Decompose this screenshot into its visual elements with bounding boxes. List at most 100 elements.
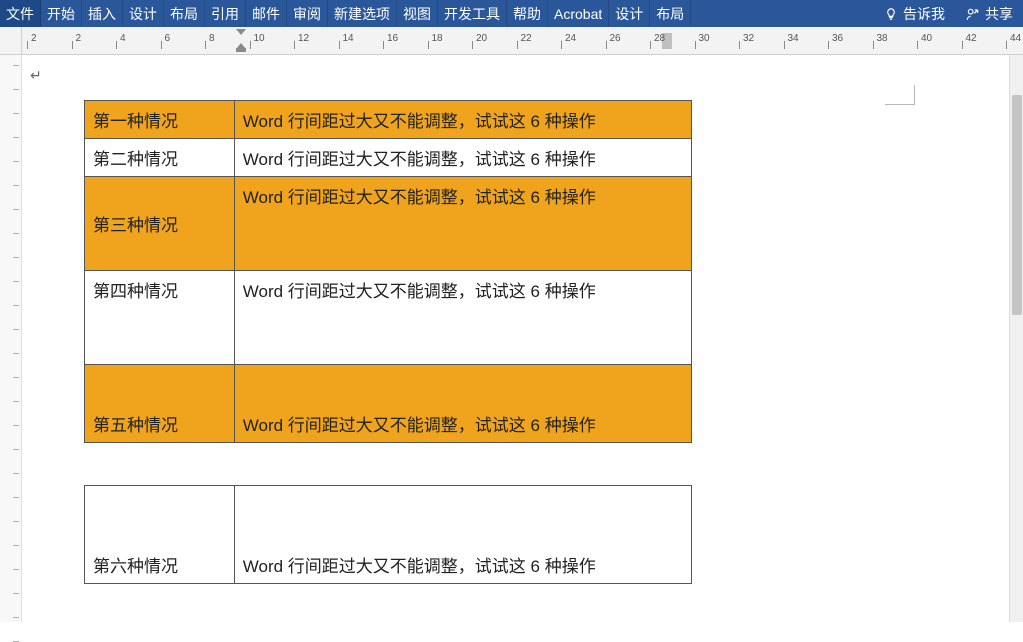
tell-me-button[interactable]: 告诉我 xyxy=(873,0,955,27)
tab-mailings[interactable]: 邮件 xyxy=(246,0,287,27)
table-cell[interactable]: 第一种情况 xyxy=(85,101,235,139)
ruler-tick: 22 xyxy=(517,27,518,54)
share-label: 共享 xyxy=(985,4,1013,24)
ruler-tick: 28 xyxy=(650,27,651,54)
page-canvas[interactable]: ↵ 第一种情况 Word 行间距过大又不能调整，试试这 6 种操作 第二种情况 … xyxy=(22,55,1023,622)
vruler-tick xyxy=(13,305,19,306)
vruler-tick xyxy=(13,473,19,474)
vertical-scrollbar[interactable] xyxy=(1009,55,1023,622)
content-table-2[interactable]: 第六种情况 Word 行间距过大又不能调整，试试这 6 种操作 xyxy=(84,485,692,584)
tab-view[interactable]: 视图 xyxy=(397,0,438,27)
ruler-tick: 32 xyxy=(739,27,740,54)
ruler-tick: 36 xyxy=(828,27,829,54)
ruler-tick: 30 xyxy=(695,27,696,54)
table-row[interactable]: 第四种情况 Word 行间距过大又不能调整，试试这 6 种操作 xyxy=(85,271,692,365)
vruler-tick xyxy=(13,497,19,498)
ruler-tick: 44 xyxy=(1006,27,1007,54)
tab-design[interactable]: 设计 xyxy=(123,0,164,27)
ruler-tick: 38 xyxy=(873,27,874,54)
first-line-indent-marker[interactable] xyxy=(236,29,246,35)
paragraph-mark-icon: ↵ xyxy=(30,67,42,84)
table-cell[interactable]: Word 行间距过大又不能调整，试试这 6 种操作 xyxy=(234,486,691,584)
ruler-tick: 34 xyxy=(784,27,785,54)
tab-tablelayout[interactable]: 布局 xyxy=(650,0,691,27)
vruler-tick xyxy=(13,329,19,330)
table-row[interactable]: 第六种情况 Word 行间距过大又不能调整，试试这 6 种操作 xyxy=(85,486,692,584)
horizontal-ruler[interactable]: 2246810121416182022242628303234363840424… xyxy=(0,27,1023,55)
ruler-tick: 14 xyxy=(339,27,340,54)
vruler-tick xyxy=(13,545,19,546)
tab-references[interactable]: 引用 xyxy=(205,0,246,27)
vertical-ruler[interactable] xyxy=(0,55,22,622)
vruler-tick xyxy=(13,401,19,402)
table-row[interactable]: 第二种情况 Word 行间距过大又不能调整，试试这 6 种操作 xyxy=(85,139,692,177)
vruler-tick xyxy=(13,449,19,450)
document-area: ↵ 第一种情况 Word 行间距过大又不能调整，试试这 6 种操作 第二种情况 … xyxy=(0,55,1023,622)
ruler-tick: 40 xyxy=(917,27,918,54)
page-corner-marker xyxy=(885,85,915,105)
table-row[interactable]: 第五种情况 Word 行间距过大又不能调整，试试这 6 种操作 xyxy=(85,365,692,443)
ruler-tick: 6 xyxy=(161,27,162,54)
ruler-tick: 16 xyxy=(383,27,384,54)
table-cell[interactable]: Word 行间距过大又不能调整，试试这 6 种操作 xyxy=(234,365,691,443)
table-cell[interactable]: Word 行间距过大又不能调整，试试这 6 种操作 xyxy=(234,177,691,271)
table-row[interactable]: 第三种情况 Word 行间距过大又不能调整，试试这 6 种操作 xyxy=(85,177,692,271)
vruler-tick xyxy=(13,377,19,378)
vruler-tick xyxy=(13,65,19,66)
tab-help[interactable]: 帮助 xyxy=(507,0,548,27)
vruler-tick xyxy=(13,233,19,234)
ruler-tick: 12 xyxy=(294,27,295,54)
ruler-tick: 20 xyxy=(472,27,473,54)
vruler-tick xyxy=(13,209,19,210)
table-cell[interactable]: 第六种情况 xyxy=(85,486,235,584)
vruler-tick xyxy=(13,281,19,282)
ruler-tick: 2 xyxy=(72,27,73,54)
vruler-tick xyxy=(13,593,19,594)
ruler-tick: 18 xyxy=(428,27,429,54)
share-icon xyxy=(965,6,981,22)
tab-layout[interactable]: 布局 xyxy=(164,0,205,27)
table-cell[interactable]: 第三种情况 xyxy=(85,177,235,271)
vruler-tick xyxy=(13,161,19,162)
tab-file[interactable]: 文件 xyxy=(0,0,41,27)
scrollbar-thumb[interactable] xyxy=(1012,95,1022,315)
table-cell[interactable]: Word 行间距过大又不能调整，试试这 6 种操作 xyxy=(234,139,691,177)
table-cell[interactable]: 第四种情况 xyxy=(85,271,235,365)
table-cell[interactable]: 第二种情况 xyxy=(85,139,235,177)
tell-me-label: 告诉我 xyxy=(903,4,945,24)
vruler-tick xyxy=(13,137,19,138)
table-cell[interactable]: Word 行间距过大又不能调整，试试这 6 种操作 xyxy=(234,101,691,139)
vruler-tick xyxy=(13,113,19,114)
left-indent-marker[interactable] xyxy=(236,43,246,49)
vruler-tick xyxy=(13,425,19,426)
vruler-tick xyxy=(13,257,19,258)
vruler-tick xyxy=(13,185,19,186)
table-cell[interactable]: 第五种情况 xyxy=(85,365,235,443)
vruler-tick xyxy=(13,521,19,522)
tab-developer[interactable]: 开发工具 xyxy=(438,0,507,27)
vruler-tick xyxy=(13,353,19,354)
tab-home[interactable]: 开始 xyxy=(41,0,82,27)
tab-acrobat[interactable]: Acrobat xyxy=(548,0,609,27)
vruler-tick xyxy=(13,617,19,618)
ruler-tick: 4 xyxy=(116,27,117,54)
ruler-tick: 10 xyxy=(250,27,251,54)
content-table-1[interactable]: 第一种情况 Word 行间距过大又不能调整，试试这 6 种操作 第二种情况 Wo… xyxy=(84,100,692,443)
tab-insert[interactable]: 插入 xyxy=(82,0,123,27)
tab-review[interactable]: 审阅 xyxy=(287,0,328,27)
ruler-tick: 2 xyxy=(27,27,28,54)
tab-newtab[interactable]: 新建选项 xyxy=(328,0,397,27)
tab-tabledesign[interactable]: 设计 xyxy=(609,0,650,27)
ruler-corner xyxy=(0,27,22,54)
table-cell[interactable]: Word 行间距过大又不能调整，试试这 6 种操作 xyxy=(234,271,691,365)
vruler-tick xyxy=(13,569,19,570)
ruler-tick: 8 xyxy=(205,27,206,54)
lightbulb-icon xyxy=(883,6,899,22)
ruler-tick: 24 xyxy=(561,27,562,54)
ruler-tick: 42 xyxy=(962,27,963,54)
vruler-tick xyxy=(13,89,19,90)
table-row[interactable]: 第一种情况 Word 行间距过大又不能调整，试试这 6 种操作 xyxy=(85,101,692,139)
share-button[interactable]: 共享 xyxy=(955,0,1023,27)
ruler-tick: 26 xyxy=(606,27,607,54)
ribbon-tabs: 文件 开始 插入 设计 布局 引用 邮件 审阅 新建选项 视图 开发工具 帮助 … xyxy=(0,0,1023,27)
